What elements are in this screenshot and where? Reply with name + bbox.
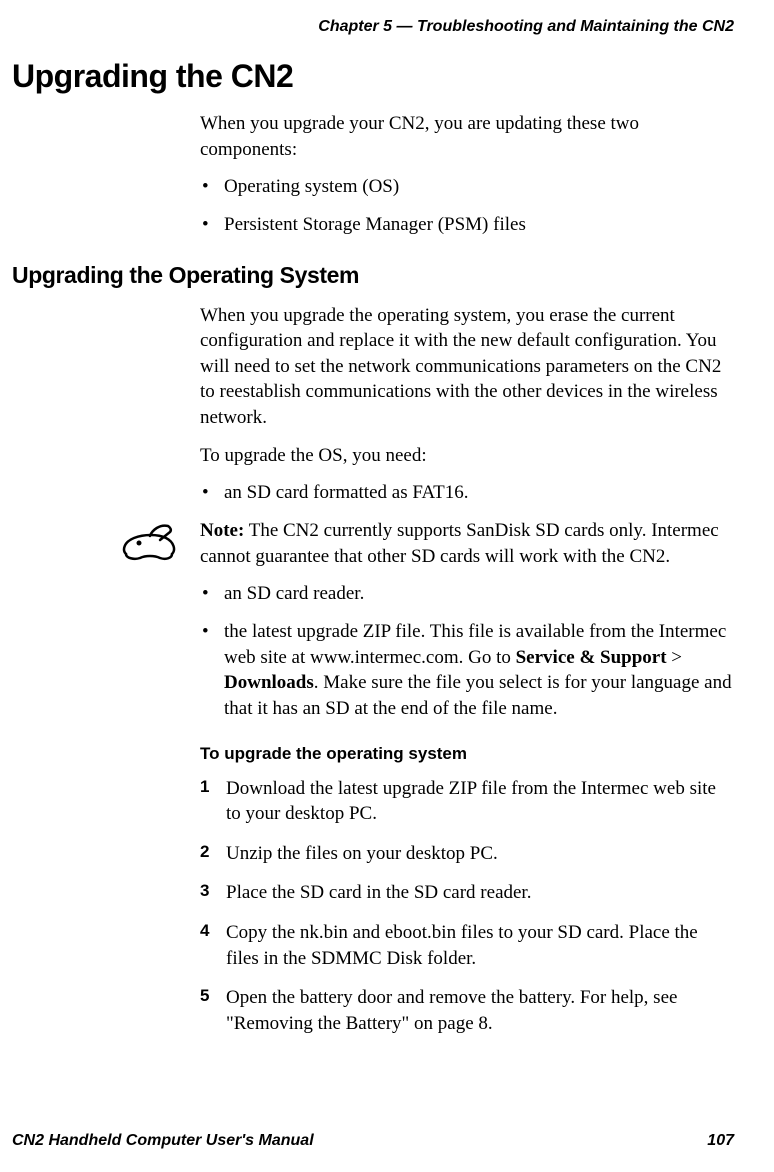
list-item: 2 Unzip the files on your desktop PC. — [200, 841, 734, 867]
procedure-heading: To upgrade the operating system — [200, 744, 774, 764]
step-text: Download the latest upgrade ZIP file fro… — [226, 778, 716, 825]
list-item: Operating system (OS) — [200, 174, 734, 200]
chapter-header: Chapter 5 — Troubleshooting and Maintain… — [0, 0, 774, 36]
os-paragraph: When you upgrade the operating system, y… — [200, 303, 734, 431]
intro-paragraph: When you upgrade your CN2, you are updat… — [200, 111, 734, 162]
footer-title: CN2 Handheld Computer User's Manual — [12, 1132, 314, 1150]
list-item: 3 Place the SD card in the SD card reader… — [200, 880, 734, 906]
note-text: Note: The CN2 currently supports SanDisk… — [180, 518, 734, 569]
note-icon — [120, 520, 180, 569]
list-item: an SD card reader. — [200, 581, 734, 607]
note-body: The CN2 currently supports SanDisk SD ca… — [200, 520, 719, 567]
step-list: 1 Download the latest upgrade ZIP file fr… — [200, 776, 734, 1037]
service-support-bold: Service & Support — [516, 647, 667, 668]
page-number: 107 — [707, 1132, 734, 1150]
page-title: Upgrading the CN2 — [12, 58, 774, 95]
section-heading: Upgrading the Operating System — [12, 262, 774, 289]
list-item: 4 Copy the nk.bin and eboot.bin files to … — [200, 920, 734, 971]
gt-separator: > — [667, 647, 682, 668]
step-text: Copy the nk.bin and eboot.bin files to y… — [226, 922, 698, 969]
step-number: 4 — [200, 920, 209, 943]
list-item: an SD card formatted as FAT16. — [200, 480, 734, 506]
downloads-bold: Downloads — [224, 672, 314, 693]
need-bullet-list-1: an SD card formatted as FAT16. — [200, 480, 734, 506]
step-number: 1 — [200, 776, 209, 799]
list-item: 1 Download the latest upgrade ZIP file fr… — [200, 776, 734, 827]
note-block: Note: The CN2 currently supports SanDisk… — [120, 518, 734, 569]
step-text: Unzip the files on your desktop PC. — [226, 843, 498, 864]
list-item: the latest upgrade ZIP file. This file i… — [200, 619, 734, 722]
step-number: 2 — [200, 841, 209, 864]
step-number: 5 — [200, 985, 209, 1008]
note-label: Note: — [200, 520, 244, 541]
intro-bullet-list: Operating system (OS) Persistent Storage… — [200, 174, 734, 237]
step-number: 3 — [200, 880, 209, 903]
page-footer: CN2 Handheld Computer User's Manual 107 — [12, 1132, 734, 1150]
list-item: 5 Open the battery door and remove the ba… — [200, 985, 734, 1036]
need-bullet-list-2: an SD card reader. the latest upgrade ZI… — [200, 581, 734, 721]
step-text: Place the SD card in the SD card reader. — [226, 882, 531, 903]
step-text: Open the battery door and remove the bat… — [226, 987, 677, 1034]
list-item: Persistent Storage Manager (PSM) files — [200, 212, 734, 238]
os-need-text: To upgrade the OS, you need: — [200, 443, 734, 469]
